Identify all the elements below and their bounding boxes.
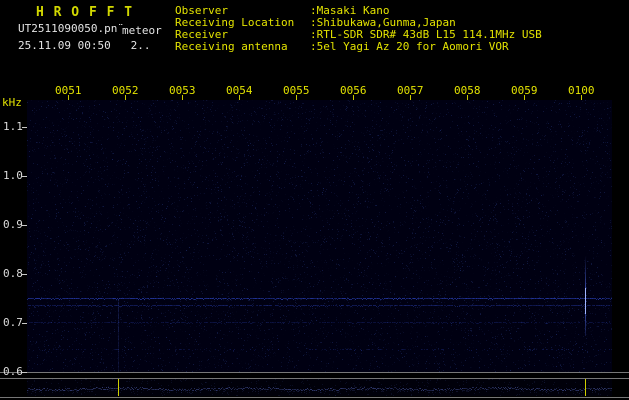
time-tick	[239, 95, 240, 100]
spectrogram-canvas	[27, 100, 612, 372]
freq-tick	[22, 323, 27, 324]
datetime-label: 25.11.09 00:50 2..	[18, 39, 150, 52]
freq-tick	[22, 372, 27, 373]
info-label: Receiving antenna	[175, 41, 310, 53]
hrofft-screen: H R O F F T UT2511090050.pn¨ meteor 25.1…	[0, 0, 629, 400]
divider-line-top	[0, 372, 629, 373]
time-tick	[125, 95, 126, 100]
signal-strip-canvas	[27, 379, 612, 396]
time-tick	[296, 95, 297, 100]
freq-label: 0.6	[3, 365, 23, 378]
app-title: H R O F F T	[36, 5, 133, 20]
station-label: meteor	[122, 24, 162, 37]
freq-label: 0.8	[3, 267, 23, 280]
freq-label: 0.9	[3, 218, 23, 231]
freq-tick	[22, 225, 27, 226]
info-value: :5el Yagi Az 20 for Aomori VOR	[310, 41, 509, 53]
observation-info: Observer :Masaki Kano Receiving Location…	[175, 5, 542, 53]
time-tick	[353, 95, 354, 100]
freq-label: 0.7	[3, 316, 23, 329]
time-tick	[68, 95, 69, 100]
freq-tick	[22, 127, 27, 128]
time-tick	[467, 95, 468, 100]
output-filename: UT2511090050.pn¨	[18, 22, 124, 35]
time-tick	[410, 95, 411, 100]
strip-bottom-border	[0, 397, 629, 398]
freq-tick	[22, 176, 27, 177]
time-tick	[524, 95, 525, 100]
time-tick	[581, 95, 582, 100]
info-row-antenna: Receiving antenna :5el Yagi Az 20 for Ao…	[175, 41, 542, 53]
freq-unit-label: kHz	[2, 96, 22, 109]
time-tick	[182, 95, 183, 100]
freq-label: 1.1	[3, 120, 23, 133]
strip-top-border	[0, 378, 629, 379]
freq-label: 1.0	[3, 169, 23, 182]
freq-tick	[22, 274, 27, 275]
